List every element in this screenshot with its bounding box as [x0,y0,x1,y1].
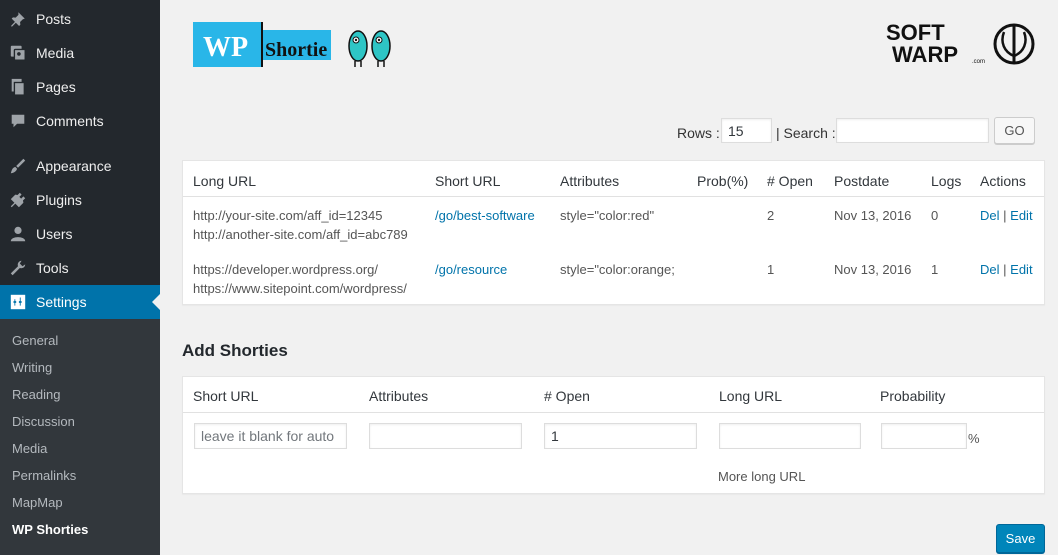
menu-item-pages[interactable]: Pages [0,70,160,104]
menu-label: Posts [36,11,72,27]
softwarp-logo: SOFT WARP .com [884,18,1036,68]
menu-label: Users [36,226,73,242]
user-icon [0,225,36,243]
postdate: Nov 13, 2016 [834,262,912,277]
go-button[interactable]: GO [994,117,1035,144]
menu-label: Media [36,45,75,61]
action-separator: | [1003,262,1007,277]
menu-item-settings[interactable]: Settings [0,285,160,319]
menu-label: Settings [36,294,87,310]
column-header: Postdate [834,173,890,189]
column-header: Attributes [369,388,429,404]
column-header: Attributes [560,173,620,189]
svg-text:Shortie: Shortie [265,39,327,61]
delete-link[interactable]: Del [980,262,1000,277]
header-divider [183,412,1044,413]
menu-label: Appearance [36,158,112,174]
column-header: Logs [931,173,962,189]
column-header: Actions [980,173,1026,189]
submenu-permalinks[interactable]: Permalinks [0,462,160,489]
more-long-url-link[interactable]: More long URL [718,468,805,486]
postdate: Nov 13, 2016 [834,208,912,223]
short-url-input[interactable] [194,423,347,449]
header-divider [183,196,1044,197]
logs-count: 0 [931,208,939,223]
long-url: https://developer.wordpress.org/ [193,262,378,277]
plug-icon [0,191,36,209]
edit-link[interactable]: Edit [1010,208,1032,223]
long-url: https://www.sitepoint.com/wordpress/ [193,281,407,296]
pages-icon [0,78,36,96]
add-shorties-form: Short URL Attributes # Open Long URL Pro… [182,376,1045,494]
submenu-reading[interactable]: Reading [0,381,160,408]
long-url: http://another-site.com/aff_id=abc789 [193,227,408,242]
media-icon [0,44,36,62]
shorties-table: Long URL Short URL Attributes Prob(%) # … [182,160,1045,305]
submenu-mapmap[interactable]: MapMap [0,489,160,516]
open-count: 2 [767,208,775,223]
action-separator: | [1003,208,1007,223]
section-title: Add Shorties [182,341,288,360]
menu-item-appearance[interactable]: Appearance [0,149,160,183]
column-header: Long URL [719,388,783,404]
settings-submenu: General Writing Reading Discussion Media… [0,319,160,555]
row-actions: Del | Edit [980,261,1033,279]
menu-item-posts[interactable]: Posts [0,2,160,36]
menu-label: Tools [36,260,69,276]
menu-item-tools[interactable]: Tools [0,251,160,285]
settings-icon [0,293,36,311]
attributes: style="color:orange; [560,262,675,277]
search-label: | Search : [776,125,836,141]
rows-input[interactable] [721,118,772,143]
menu-item-plugins[interactable]: Plugins [0,183,160,217]
submenu-discussion[interactable]: Discussion [0,408,160,435]
short-url-link[interactable]: /go/resource [435,261,507,279]
attributes-input[interactable] [369,423,522,449]
percent-sign: % [968,431,980,446]
menu-item-comments[interactable]: Comments [0,104,160,138]
svg-text:WARP: WARP [892,42,958,67]
column-header: # Open [767,173,813,189]
svg-text:.com: .com [972,59,985,65]
menu-item-media[interactable]: Media [0,36,160,70]
save-button[interactable]: Save [996,524,1045,553]
brush-icon [0,157,36,175]
column-header: Long URL [193,173,257,189]
submenu-wp-shorties[interactable]: WP Shorties [0,516,160,543]
pin-icon [0,10,36,28]
short-url-link[interactable]: /go/best-software [435,207,535,225]
wp-shorties-logo: WP Shortie [193,20,398,70]
wrench-icon [0,259,36,277]
submenu-media[interactable]: Media [0,435,160,462]
rows-label: Rows : [677,125,720,141]
column-header: Prob(%) [697,173,749,189]
open-count: 1 [767,262,775,277]
search-input[interactable] [836,118,989,143]
attributes: style="color:red" [560,208,655,223]
submenu-general[interactable]: General [0,327,160,354]
svg-text:WP: WP [203,32,248,63]
logs-count: 1 [931,262,939,277]
long-url: http://your-site.com/aff_id=12345 [193,208,383,223]
admin-sidebar: Posts Media Pages Comments Appearance Pl… [0,0,160,555]
column-header: Short URL [193,388,259,404]
long-url-input[interactable] [719,423,861,449]
edit-link[interactable]: Edit [1010,262,1032,277]
menu-label: Pages [36,79,76,95]
open-count-input[interactable] [544,423,697,449]
comment-icon [0,112,36,130]
column-header: # Open [544,388,590,404]
delete-link[interactable]: Del [980,208,1000,223]
column-header: Probability [880,388,946,404]
probability-input[interactable] [881,423,967,449]
menu-item-users[interactable]: Users [0,217,160,251]
menu-label: Comments [36,113,104,129]
menu-label: Plugins [36,192,82,208]
submenu-writing[interactable]: Writing [0,354,160,381]
row-actions: Del | Edit [980,207,1033,225]
column-header: Short URL [435,173,501,189]
